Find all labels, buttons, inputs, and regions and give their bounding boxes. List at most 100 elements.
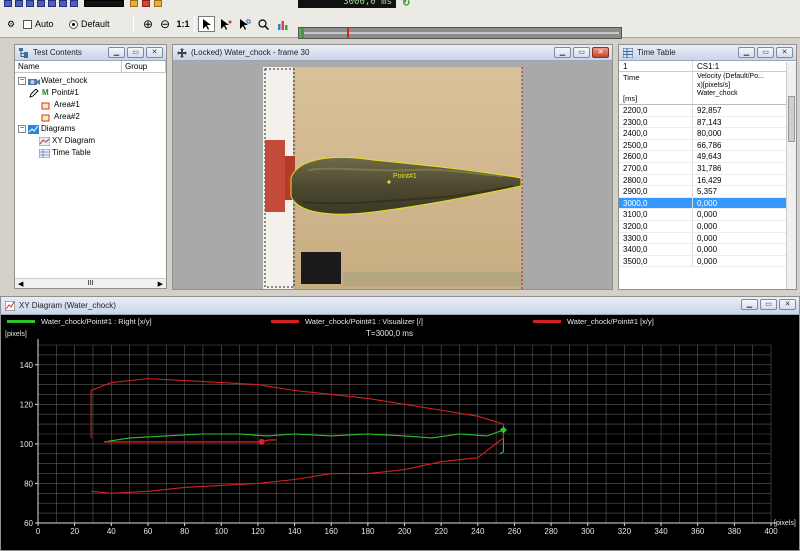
mark-icon[interactable] (142, 0, 150, 7)
record-icon[interactable] (130, 0, 138, 7)
tree-node-area-1[interactable]: Area#1 (15, 99, 166, 111)
collapse-icon[interactable]: − (18, 77, 26, 85)
zoom-in-button[interactable]: ⊕ (140, 16, 156, 32)
velocity-cell: 66,786 (697, 140, 722, 150)
area-tool-button[interactable] (236, 16, 253, 32)
column-header-source: Water_chock (697, 90, 738, 97)
video-frame[interactable]: Point#1 (173, 62, 612, 289)
minimize-button[interactable]: ▁ (741, 299, 758, 310)
zoom-out-button[interactable]: ⊖ (157, 16, 173, 32)
x-tick-label: 180 (361, 527, 375, 536)
liquid-line (343, 272, 523, 286)
tree-node-xy-diagram[interactable]: XY Diagram (15, 135, 166, 147)
image-view-titlebar: (Locked) Water_chock - frame 30 ▁ ▭ ✕ (173, 45, 612, 61)
table-row[interactable]: 2300,0 87,143 (619, 116, 786, 129)
velocity-cell: 5,357 (697, 187, 718, 197)
legend-item-point[interactable]: Water_chock/Point#1 [x/y] (533, 317, 654, 326)
scroll-thumb[interactable] (788, 96, 795, 142)
settings-icon[interactable]: ⚙ (4, 16, 18, 32)
maximize-button[interactable]: ▭ (573, 47, 590, 58)
vertical-scrollbar[interactable] (786, 62, 796, 289)
table-icon (622, 47, 634, 58)
tree-node-area-2[interactable]: Area#2 (15, 111, 166, 123)
table-row[interactable]: 2400,0 80,000 (619, 128, 786, 140)
x-tick-label: 160 (325, 527, 339, 536)
stop-icon[interactable] (37, 0, 45, 7)
scroll-thumb[interactable]: III (88, 280, 94, 287)
time-cell: 2500,0 (619, 139, 693, 151)
velocity-cell: 0,000 (697, 245, 718, 255)
first-frame-icon[interactable] (4, 0, 12, 7)
table-row[interactable]: 2500,0 66,786 (619, 139, 786, 152)
maximize-button[interactable]: ▭ (127, 47, 144, 58)
cursor-area-icon (239, 18, 250, 30)
refresh-icon[interactable]: ↻ (402, 0, 410, 9)
x-tick-label: 200 (398, 527, 412, 536)
next-frame-icon[interactable] (59, 0, 67, 7)
select-tool-button[interactable] (198, 16, 215, 32)
default-radio[interactable]: Default (68, 16, 116, 32)
close-button[interactable]: ✕ (779, 299, 796, 310)
table-row[interactable]: 2200,0 92,857 (619, 105, 786, 117)
table-row[interactable]: 3200,0 0,000 (619, 220, 786, 233)
auto-checkbox[interactable]: Auto (22, 16, 68, 32)
table-row[interactable]: 3500,0 0,000 (619, 255, 786, 268)
column-header-group[interactable]: Group (122, 61, 166, 72)
timeline-cursor[interactable] (347, 28, 349, 38)
magnifier-icon (258, 18, 269, 30)
default-radio-dot[interactable] (69, 19, 78, 29)
point-tool-button[interactable] (217, 16, 234, 32)
column-header-time[interactable]: Time (623, 72, 692, 83)
prev-frame-icon[interactable] (15, 0, 23, 7)
auto-checkbox-box[interactable] (23, 19, 32, 29)
minimize-button[interactable]: ▁ (108, 47, 125, 58)
table-row[interactable]: 2900,0 5,357 (619, 186, 786, 198)
area-icon (41, 113, 51, 122)
table-row[interactable]: 2800,0 16,429 (619, 174, 786, 187)
bar-chart-button[interactable] (274, 16, 291, 32)
table-row[interactable]: 3300,0 0,000 (619, 232, 786, 245)
table-row[interactable]: 3000,0 0,000 (619, 197, 786, 210)
table-row[interactable]: 2700,0 31,786 (619, 162, 786, 175)
export-icon[interactable] (154, 0, 162, 7)
frame-image[interactable]: Point#1 (173, 62, 612, 289)
y-axis-label: [pixels] (5, 331, 27, 338)
xy-chart[interactable]: 0 20 40 60 80 100 120 140 160 180 200 220 240 260 280 3… (1, 327, 799, 550)
minimize-button[interactable]: ▁ (554, 47, 571, 58)
play-icon[interactable] (48, 0, 56, 7)
tree-node-diagrams[interactable]: − Diagrams (15, 123, 166, 135)
table-row[interactable]: 2600,0 49,643 (619, 151, 786, 163)
tree-node-point[interactable]: M Point#1 (15, 87, 166, 99)
zoom-11-button[interactable]: 1:1 (174, 16, 192, 32)
tracking-point[interactable] (387, 180, 391, 184)
scroll-right-icon[interactable]: ▶ (158, 280, 163, 288)
column-header-name[interactable]: Name (15, 61, 122, 72)
collapse-icon[interactable]: − (18, 125, 26, 133)
close-button[interactable]: ✕ (592, 47, 609, 58)
tree-node-water-chock[interactable]: − Water_chock (15, 75, 166, 87)
x-tick-label: 60 (143, 527, 152, 536)
x-tick-label: 340 (654, 527, 668, 536)
legend-item-right[interactable]: Water_chock/Point#1 : Right [x/y] (7, 317, 152, 326)
scroll-left-icon[interactable]: ◀ (18, 280, 23, 288)
x-tick-label: 400 (764, 527, 778, 536)
close-button[interactable]: ✕ (146, 47, 163, 58)
tree-node-time-table[interactable]: Time Table (15, 147, 166, 159)
last-frame-icon[interactable] (70, 0, 78, 7)
table-row[interactable]: 3400,0 0,000 (619, 244, 786, 256)
x-tick-label: 40 (107, 527, 116, 536)
column-header-velocity[interactable]: Velocity (Default/Po... (697, 73, 764, 82)
maximize-button[interactable]: ▭ (760, 299, 777, 310)
timeline-start-marker[interactable] (301, 28, 304, 38)
minimize-button[interactable]: ▁ (738, 47, 755, 58)
tracked-point-marker[interactable] (258, 438, 265, 445)
legend-item-visualizer[interactable]: Water_chock/Point#1 : Visualizer [/] (271, 317, 423, 326)
close-button[interactable]: ✕ (776, 47, 793, 58)
play-back-icon[interactable] (26, 0, 34, 7)
horizontal-scrollbar[interactable]: ◀ III ▶ (15, 278, 166, 288)
magnifier-button[interactable] (255, 16, 272, 32)
timeline-slider[interactable] (298, 27, 622, 39)
table-row[interactable]: 3100,0 0,000 (619, 209, 786, 221)
dark-block (301, 252, 341, 284)
maximize-button[interactable]: ▭ (757, 47, 774, 58)
